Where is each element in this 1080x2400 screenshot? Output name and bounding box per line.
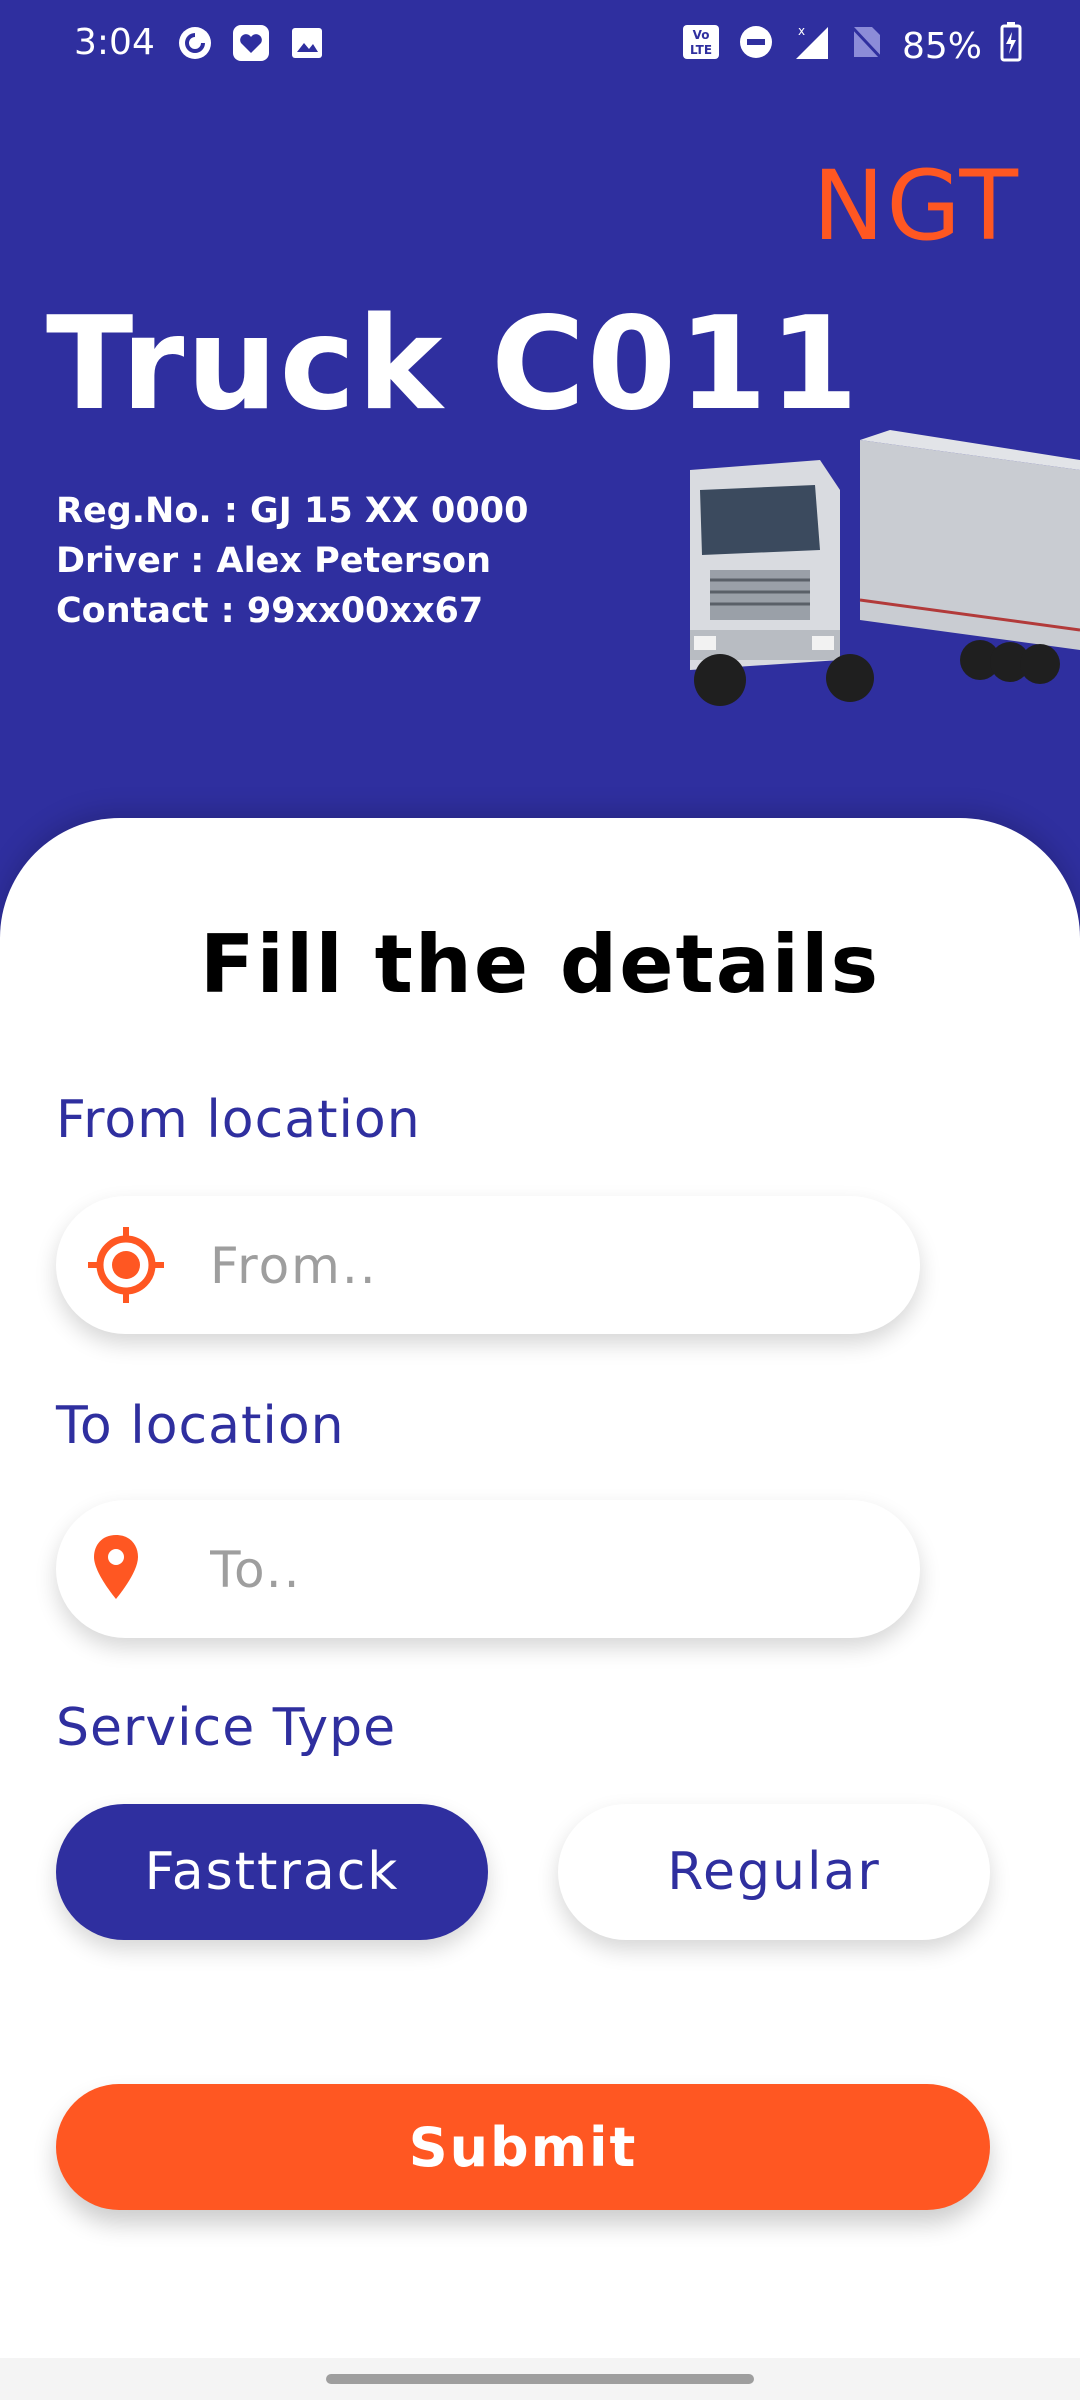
- to-input[interactable]: [208, 1520, 892, 1620]
- heart-app-icon: [232, 24, 270, 62]
- location-pin-icon: [86, 1529, 166, 1609]
- from-field[interactable]: [56, 1196, 920, 1334]
- truck-image: [650, 430, 1080, 720]
- to-label: To location: [56, 1396, 345, 1456]
- reg-no: Reg.No. : GJ 15 XX 0000: [56, 491, 529, 531]
- brand-logo: NGT: [812, 150, 1020, 262]
- image-icon: [288, 24, 326, 62]
- driver: Driver : Alex Peterson: [56, 541, 491, 581]
- volte-icon: Vo LTE: [682, 24, 720, 69]
- fasttrack-button[interactable]: Fasttrack: [56, 1804, 488, 1940]
- pocket-casts-icon: [176, 24, 214, 62]
- regular-button[interactable]: Regular: [558, 1804, 990, 1940]
- no-sim-icon: [850, 23, 884, 70]
- svg-text:x: x: [798, 24, 805, 38]
- status-right-icons: Vo LTE x 85%: [682, 22, 1022, 71]
- service-type-label: Service Type: [56, 1698, 397, 1758]
- status-time: 3:04: [74, 22, 155, 63]
- form-title: Fill the details: [199, 918, 881, 1011]
- signal-icon: x: [792, 23, 832, 70]
- navigation-bar: [0, 2358, 1080, 2400]
- truck-info: Reg.No. : GJ 15 XX 0000 Driver : Alex Pe…: [56, 486, 528, 636]
- home-gesture-handle[interactable]: [326, 2374, 754, 2384]
- form-card: Fill the details From location To locati…: [0, 818, 1080, 2358]
- svg-text:Vo: Vo: [693, 28, 710, 42]
- do-not-disturb-icon: [738, 24, 774, 69]
- from-input[interactable]: [208, 1216, 892, 1316]
- to-field[interactable]: [56, 1500, 920, 1638]
- svg-text:LTE: LTE: [690, 43, 712, 57]
- truck-title: Truck C011: [46, 290, 861, 439]
- submit-button[interactable]: Submit: [56, 2084, 990, 2210]
- battery-text: 85%: [901, 26, 982, 67]
- status-left-icons: [176, 24, 326, 62]
- battery-charging-icon: [1000, 22, 1022, 71]
- contact: Contact : 99xx00xx67: [56, 591, 484, 631]
- crosshair-icon: [86, 1225, 166, 1305]
- status-bar: 3:04 Vo LTE x 85%: [0, 0, 1080, 92]
- from-label: From location: [56, 1090, 421, 1150]
